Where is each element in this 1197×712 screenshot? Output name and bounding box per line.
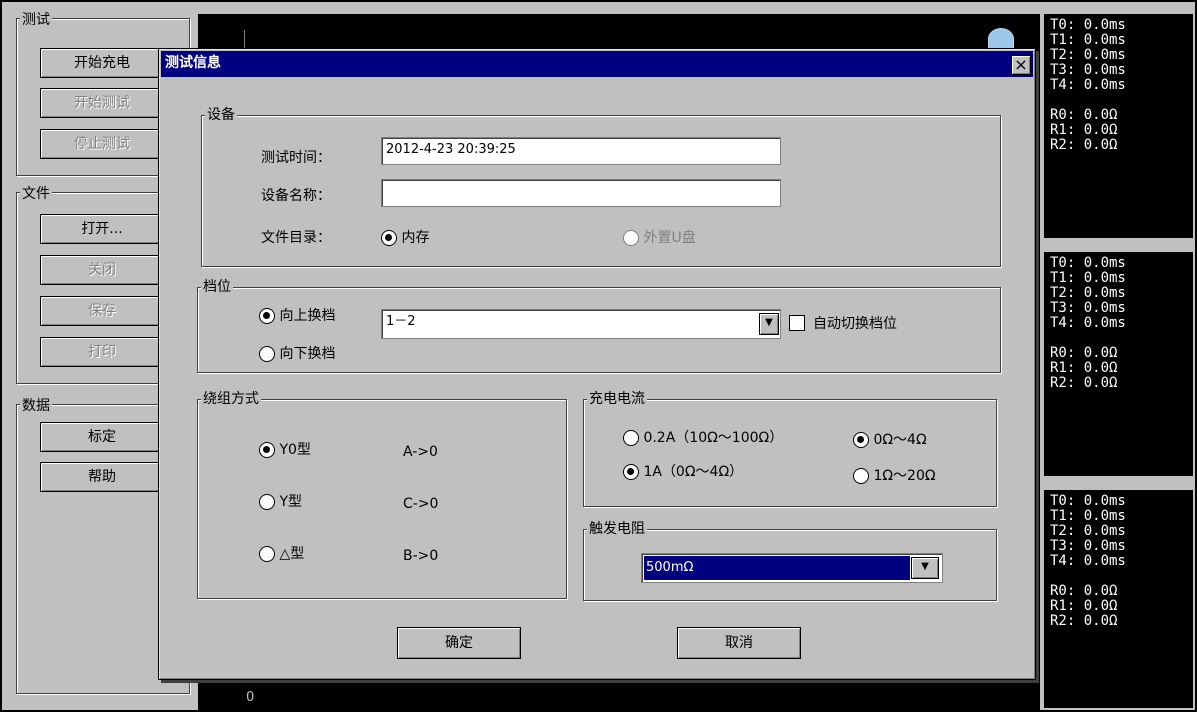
trigger-resistor-group-label: 触发电阻 — [587, 521, 647, 537]
auto-switch-label: 自动切换档位 — [813, 316, 897, 332]
readout-3-text: T0: 0.0ms T1: 0.0ms T2: 0.0ms T3: 0.0ms T4: … — [1050, 494, 1193, 629]
auto-switch-checkbox[interactable] — [789, 315, 805, 331]
readout-line: R1: 0.0Ω — [1050, 122, 1118, 138]
test-info-dialog: 测试信息 × 设备 测试时间： 2012-4-23 20:39:25 设备名称：… — [158, 48, 1036, 680]
winding-group-label: 绕组方式 — [201, 391, 261, 407]
file-group-label: 文件 — [20, 186, 52, 202]
winding-group — [197, 399, 567, 599]
start-test-button[interactable]: 开始测试 — [40, 88, 164, 118]
plot-tick — [244, 30, 245, 50]
plot-axis-label: 0 — [246, 690, 255, 705]
chevron-down-icon[interactable]: ▼ — [759, 313, 779, 335]
readout-line: T2: 0.0ms — [1050, 285, 1126, 301]
winding-y0-radio[interactable] — [259, 442, 275, 458]
readout-1-text: T0: 0.0ms T1: 0.0ms T2: 0.0ms T3: 0.0ms T4: … — [1050, 18, 1193, 153]
readout-line: T4: 0.0ms — [1050, 553, 1126, 569]
readout-line: R1: 0.0Ω — [1050, 598, 1118, 614]
winding-y-radio[interactable] — [259, 494, 275, 510]
readout-line: T2: 0.0ms — [1050, 47, 1126, 63]
readout-panel-2: T0: 0.0ms T1: 0.0ms T2: 0.0ms T3: 0.0ms T4: … — [1044, 252, 1193, 476]
readout-line: R2: 0.0Ω — [1050, 375, 1118, 391]
readout-line: T3: 0.0ms — [1050, 62, 1126, 78]
range-0-4-option[interactable]: 0Ω～4Ω — [853, 431, 927, 449]
save-button[interactable]: 保存 — [40, 296, 164, 326]
current-1a-option[interactable]: 1A（0Ω～4Ω） — [623, 463, 743, 481]
readout-line: T3: 0.0ms — [1050, 538, 1126, 554]
data-group-label: 数据 — [20, 398, 52, 414]
tap-down-radio[interactable] — [259, 346, 275, 362]
trigger-resistor-value: 500mΩ — [644, 556, 910, 580]
trigger-chevron-down-icon[interactable]: ▼ — [911, 557, 939, 579]
readout-line: R0: 0.0Ω — [1050, 583, 1118, 599]
charge-current-group — [583, 399, 997, 507]
readout-panel-1: T0: 0.0ms T1: 0.0ms T2: 0.0ms T3: 0.0ms T4: … — [1044, 14, 1193, 238]
print-button[interactable]: 打印 — [40, 337, 164, 367]
file-dir-label: 文件目录： — [261, 230, 331, 246]
open-button[interactable]: 打开... — [40, 214, 164, 244]
globe-icon — [988, 28, 1014, 50]
device-group-label: 设备 — [205, 107, 237, 123]
test-time-field[interactable]: 2012-4-23 20:39:25 — [381, 137, 781, 165]
winding-delta-option[interactable]: △型 — [259, 545, 304, 563]
device-name-label: 设备名称： — [261, 188, 331, 204]
close-file-button[interactable]: 关闭 — [40, 255, 164, 285]
readout-line — [1050, 569, 1193, 584]
readout-line: T3: 0.0ms — [1050, 300, 1126, 316]
range-0-4-radio[interactable] — [853, 432, 869, 448]
cancel-button[interactable]: 取消 — [677, 627, 801, 659]
readout-line — [1050, 93, 1193, 108]
main-window: 测试 开始充电 开始测试 停止测试 文件 打开... 关闭 保存 打印 数据 标… — [0, 0, 1197, 712]
tap-up-radio[interactable] — [259, 308, 275, 324]
current-02a-option[interactable]: 0.2A（10Ω～100Ω） — [623, 429, 783, 447]
winding-delta-map: B->0 — [403, 548, 439, 564]
tap-down-option[interactable]: 向下换档 — [259, 345, 335, 363]
range-1-20-option[interactable]: 1Ω～20Ω — [853, 467, 936, 485]
readout-line: T1: 0.0ms — [1050, 32, 1126, 48]
test-time-label: 测试时间： — [261, 150, 331, 166]
trigger-resistor-select[interactable]: 500mΩ — [641, 553, 943, 583]
help-button[interactable]: 帮助 — [40, 462, 164, 492]
readout-line: T1: 0.0ms — [1050, 508, 1126, 524]
dir-internal-option[interactable]: 内存 — [381, 229, 429, 247]
readout-line — [1050, 331, 1193, 346]
dialog-titlebar: 测试信息 — [161, 51, 1033, 77]
current-02a-radio[interactable] — [623, 430, 639, 446]
winding-y-map: C->0 — [403, 496, 439, 512]
winding-delta-radio[interactable] — [259, 546, 275, 562]
winding-y0-option[interactable]: Y0型 — [259, 441, 311, 459]
readout-line: T4: 0.0ms — [1050, 77, 1126, 93]
calibrate-button[interactable]: 标定 — [40, 422, 164, 452]
stop-test-button[interactable]: 停止测试 — [40, 129, 164, 159]
charge-current-group-label: 充电电流 — [587, 391, 647, 407]
start-charge-button[interactable]: 开始充电 — [40, 48, 164, 78]
current-1a-radio[interactable] — [623, 464, 639, 480]
device-name-field[interactable] — [381, 179, 781, 207]
readout-line: R0: 0.0Ω — [1050, 107, 1118, 123]
dir-internal-radio[interactable] — [381, 230, 397, 246]
tap-group-label: 档位 — [201, 279, 233, 295]
dialog-title: 测试信息 — [165, 55, 221, 71]
readout-line: R2: 0.0Ω — [1050, 137, 1118, 153]
dir-usb-option[interactable]: 外置U盘 — [623, 229, 696, 247]
readout-line: T0: 0.0ms — [1050, 255, 1126, 271]
tap-select[interactable]: 1－2 — [381, 309, 781, 339]
readout-line: T0: 0.0ms — [1050, 493, 1126, 509]
winding-y0-map: A->0 — [403, 444, 438, 460]
tap-up-option[interactable]: 向上换档 — [259, 307, 335, 325]
readout-line: R2: 0.0Ω — [1050, 613, 1118, 629]
readout-line: R0: 0.0Ω — [1050, 345, 1118, 361]
readout-line: T1: 0.0ms — [1050, 270, 1126, 286]
readout-panel-3: T0: 0.0ms T1: 0.0ms T2: 0.0ms T3: 0.0ms T4: … — [1044, 490, 1193, 708]
dir-usb-radio[interactable] — [623, 230, 639, 246]
readout-line: T4: 0.0ms — [1050, 315, 1126, 331]
readout-line: T2: 0.0ms — [1050, 523, 1126, 539]
close-icon[interactable]: × — [1011, 55, 1031, 75]
winding-y-option[interactable]: Y型 — [259, 493, 302, 511]
test-group-label: 测试 — [20, 12, 52, 28]
readout-2-text: T0: 0.0ms T1: 0.0ms T2: 0.0ms T3: 0.0ms T4: … — [1050, 256, 1193, 391]
readout-line: R1: 0.0Ω — [1050, 360, 1118, 376]
readout-line: T0: 0.0ms — [1050, 17, 1126, 33]
ok-button[interactable]: 确定 — [397, 627, 521, 659]
range-1-20-radio[interactable] — [853, 468, 869, 484]
